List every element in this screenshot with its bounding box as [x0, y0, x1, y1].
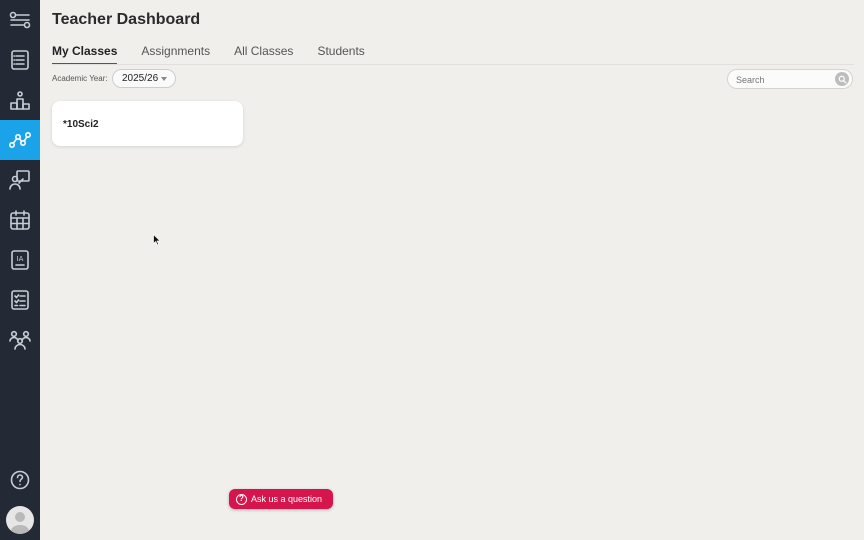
tab-divider [52, 64, 854, 65]
sliders-icon [9, 11, 31, 29]
tab-students[interactable]: Students [317, 44, 364, 65]
sidebar-item-leaderboard[interactable] [0, 80, 40, 120]
sidebar-item-dashboard[interactable] [0, 120, 40, 160]
tab-all-classes[interactable]: All Classes [234, 44, 293, 65]
group-icon [9, 330, 31, 350]
user-avatar-icon [10, 512, 30, 534]
svg-text:IA: IA [17, 255, 24, 263]
ask-question-label: Ask us a question [251, 494, 323, 504]
help-icon [10, 470, 30, 490]
ia-icon: IA [11, 250, 29, 270]
ask-question-button[interactable]: ? Ask us a question [229, 489, 333, 509]
page-title: Teacher Dashboard [52, 11, 201, 28]
checklist-icon [11, 290, 29, 310]
network-icon [8, 132, 31, 149]
avatar[interactable] [6, 506, 34, 534]
class-card[interactable]: *10Sci2 [52, 101, 243, 146]
list-icon [11, 50, 29, 70]
sidebar-item-settings[interactable] [0, 0, 40, 40]
main-content: Teacher Dashboard My Classes Assignments… [40, 0, 864, 540]
search-input[interactable] [736, 73, 830, 86]
question-icon: ? [236, 493, 247, 505]
sidebar-item-teaching[interactable] [0, 160, 40, 200]
sidebar: IA [0, 0, 40, 540]
mouse-cursor-icon [153, 234, 161, 246]
academic-year-value: 2025/26 [122, 73, 159, 84]
class-name: *10Sci2 [63, 119, 99, 130]
sidebar-item-groups[interactable] [0, 320, 40, 360]
search-button[interactable] [835, 72, 849, 86]
podium-icon [10, 91, 30, 110]
academic-year-select[interactable]: 2025/26 [112, 69, 176, 88]
academic-year-label: Academic Year: [52, 74, 108, 83]
chevron-down-icon [161, 77, 167, 81]
sidebar-item-lessons[interactable] [0, 40, 40, 80]
sidebar-item-help[interactable] [0, 460, 40, 500]
sidebar-item-ia[interactable]: IA [0, 240, 40, 280]
tab-my-classes[interactable]: My Classes [52, 44, 118, 65]
tab-assignments[interactable]: Assignments [141, 44, 210, 65]
presenter-icon [9, 170, 30, 190]
calendar-icon [10, 210, 30, 230]
search-icon [838, 75, 847, 84]
sidebar-item-calendar[interactable] [0, 200, 40, 240]
search-box [727, 69, 853, 89]
sidebar-item-tasks[interactable] [0, 280, 40, 320]
tab-bar: My Classes Assignments All Classes Stude… [52, 44, 389, 65]
